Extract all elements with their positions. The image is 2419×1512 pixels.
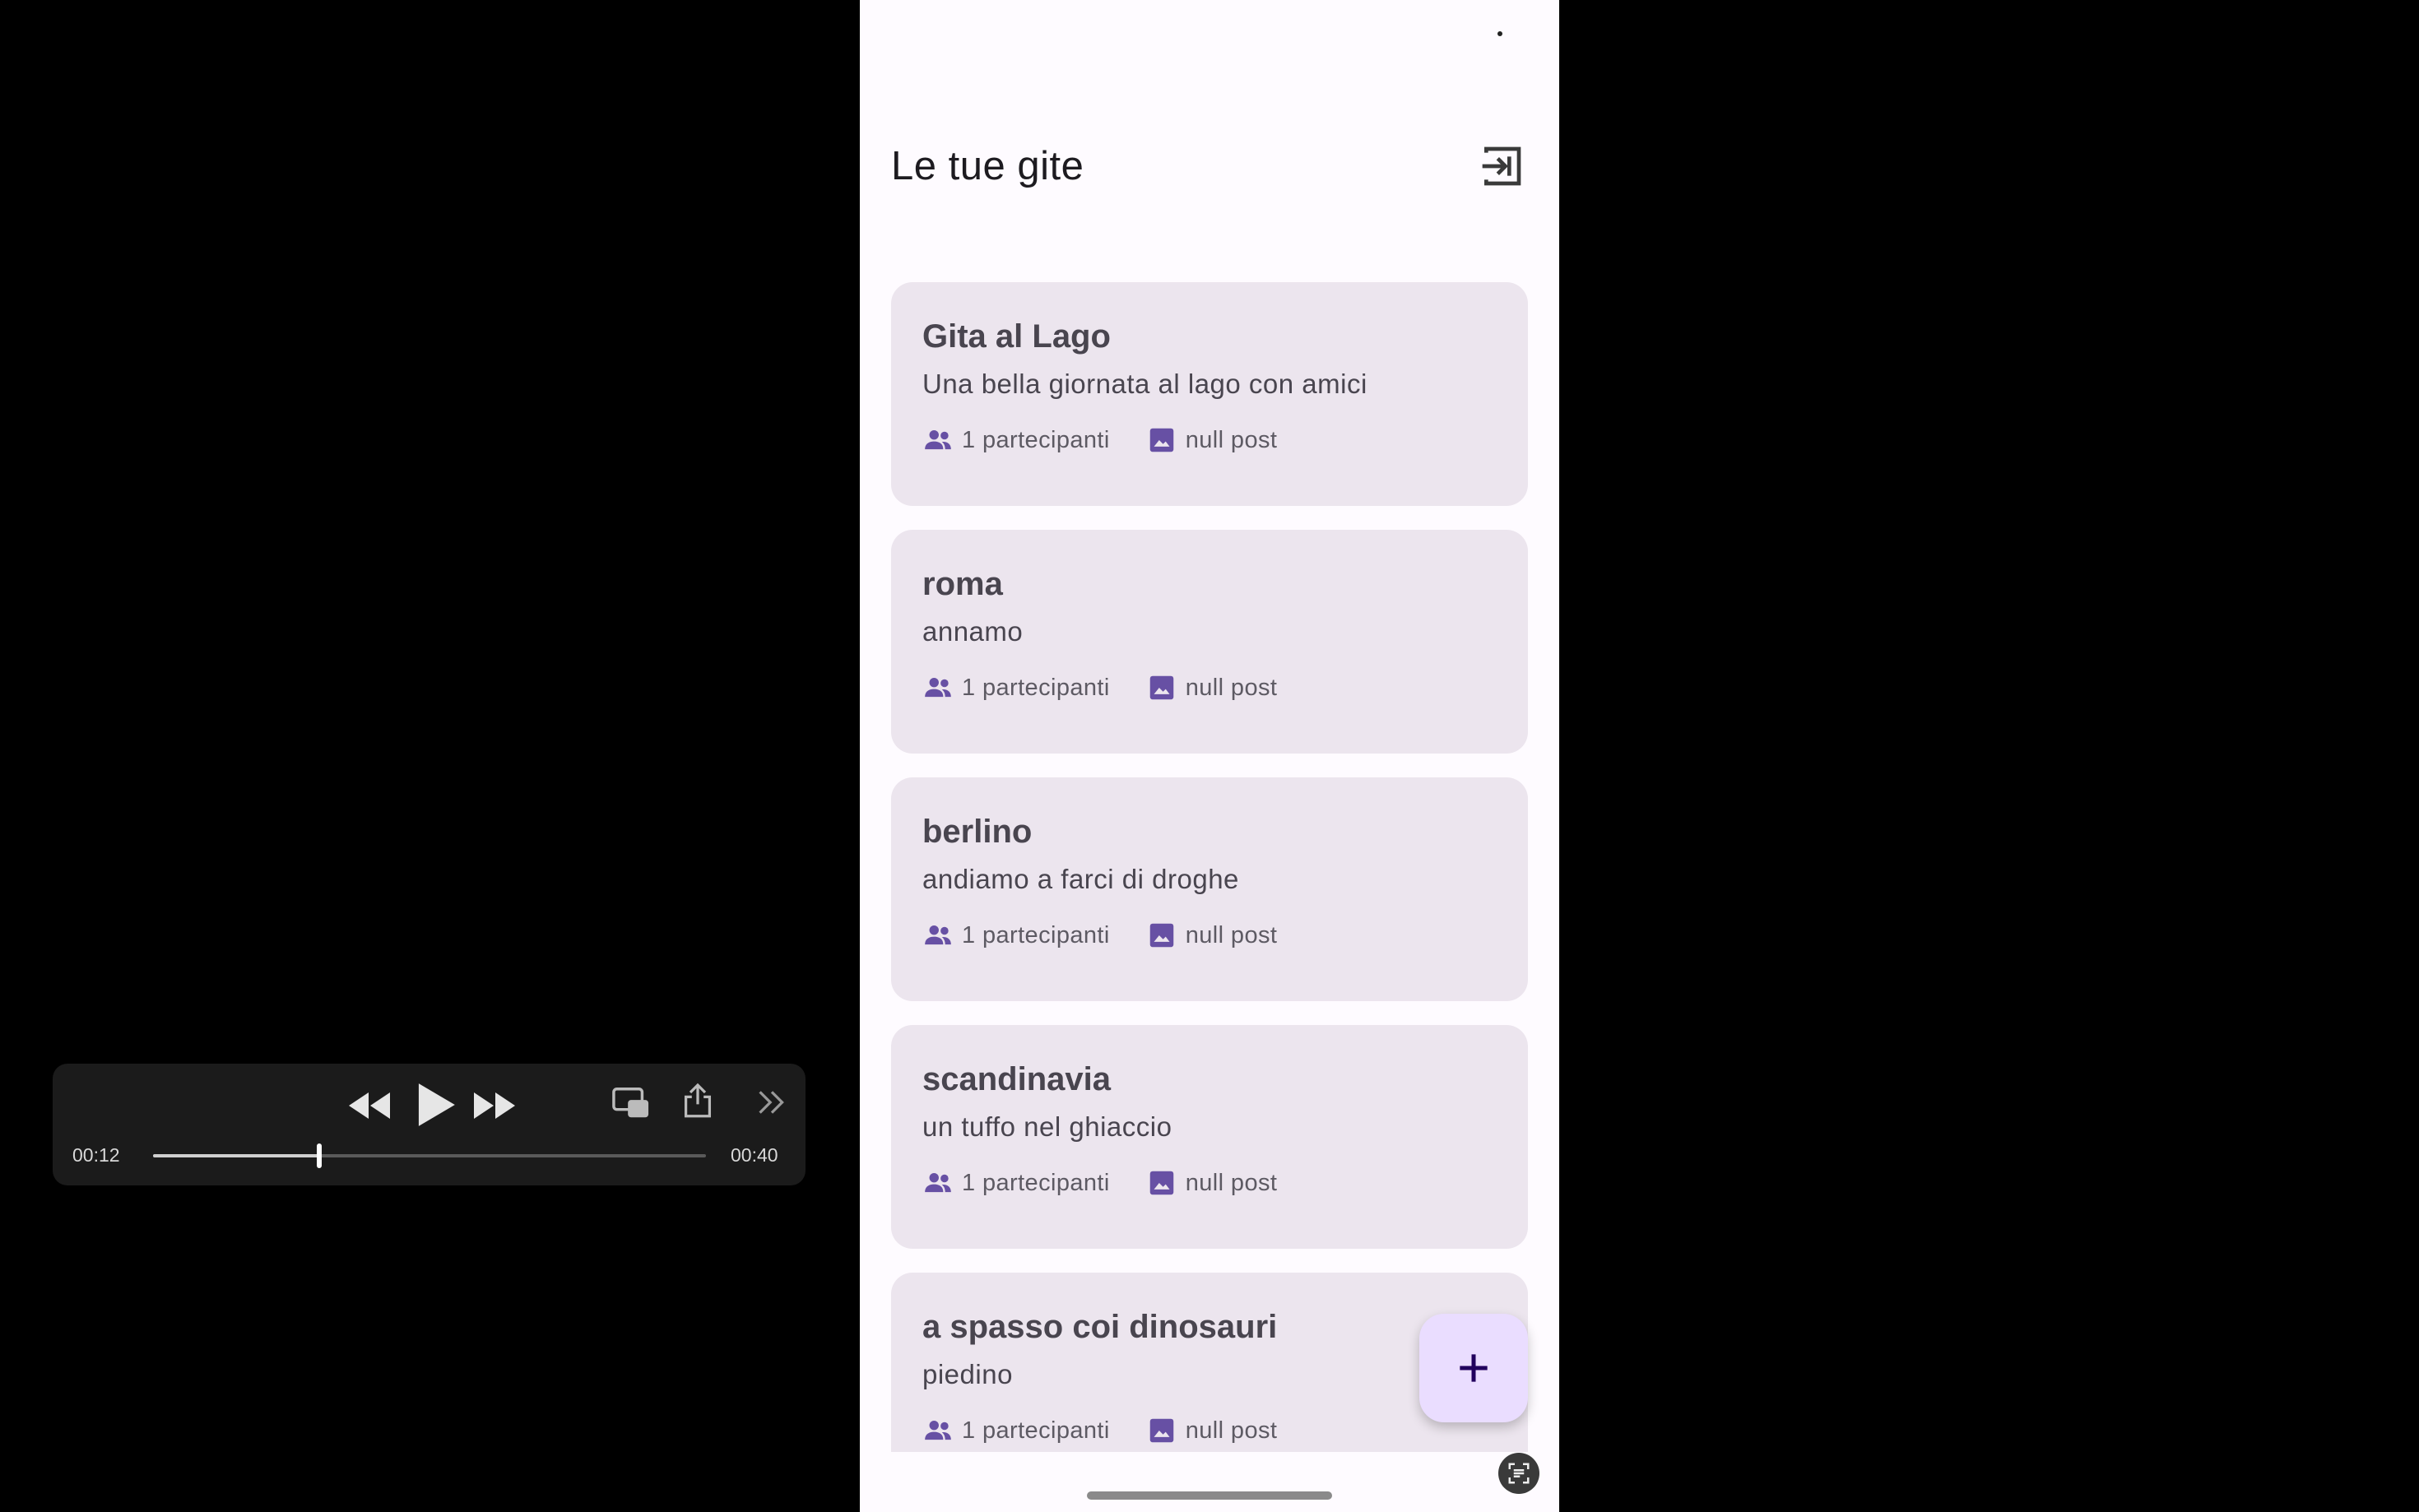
page-title: Le tue gite — [891, 144, 1084, 188]
participants-count: 1 partecipanti — [922, 1167, 1110, 1199]
picture-in-picture-button[interactable] — [612, 1087, 650, 1120]
app-bar: Le tue gite — [860, 132, 1559, 197]
trip-card[interactable]: berlino andiamo a farci di droghe 1 partec… — [891, 777, 1528, 1001]
participants-count: 1 partecipanti — [922, 424, 1110, 456]
trip-card[interactable]: Gita al Lago Una bella giornata al lago c… — [891, 282, 1528, 506]
trip-title: scandinavia — [922, 1061, 1112, 1097]
posts-image-icon — [1149, 675, 1173, 700]
play-button[interactable] — [408, 1078, 459, 1131]
fast-forward-icon — [474, 1092, 515, 1119]
participants-label: 1 partecipanti — [962, 1417, 1110, 1444]
trip-description: Una bella giornata al lago con amici — [922, 369, 1367, 399]
participants-label: 1 partecipanti — [962, 921, 1110, 948]
participants-count: 1 partecipanti — [922, 672, 1110, 703]
posts-label: null post — [1185, 1169, 1278, 1196]
posts-count: null post — [1146, 1415, 1278, 1446]
trip-meta: 1 partecipanti null post — [922, 1414, 1497, 1447]
posts-count: null post — [1146, 1167, 1278, 1199]
participants-icon — [925, 677, 951, 698]
seek-thumb[interactable] — [316, 1143, 322, 1168]
trip-title: roma — [922, 566, 1003, 602]
participants-icon — [925, 925, 951, 945]
posts-label: null post — [1185, 1417, 1278, 1444]
participants-count: 1 partecipanti — [922, 1415, 1110, 1446]
share-button[interactable] — [683, 1082, 713, 1118]
posts-count: null post — [1146, 920, 1278, 951]
fast-forward-button[interactable] — [472, 1088, 518, 1123]
text-scan-icon — [1508, 1463, 1530, 1484]
total-duration: 00:40 — [731, 1144, 778, 1166]
trip-list: Gita al Lago Una bella giornata al lago c… — [891, 282, 1528, 1452]
trip-description: andiamo a farci di droghe — [922, 864, 1239, 894]
play-icon — [418, 1083, 455, 1126]
posts-count: null post — [1146, 672, 1278, 703]
status-bar-dot — [1497, 31, 1502, 36]
trip-meta: 1 partecipanti null post — [922, 919, 1497, 952]
posts-label: null post — [1185, 426, 1278, 453]
add-trip-button[interactable] — [1419, 1314, 1528, 1422]
posts-image-icon — [1149, 428, 1173, 452]
participants-icon — [925, 1172, 951, 1193]
trip-meta: 1 partecipanti null post — [922, 1166, 1497, 1199]
phone-screen: Le tue gite Gita al Lago Una bella giorna… — [860, 0, 1559, 1512]
posts-image-icon — [1149, 923, 1173, 948]
trip-card[interactable]: scandinavia un tuffo nel ghiaccio 1 partec… — [891, 1025, 1528, 1249]
participants-icon — [925, 1420, 951, 1440]
participants-label: 1 partecipanti — [962, 674, 1110, 701]
participants-count: 1 partecipanti — [922, 920, 1110, 951]
media-player-controls: 00:12 00:40 — [53, 1064, 806, 1185]
posts-count: null post — [1146, 424, 1278, 456]
logout-button[interactable] — [1479, 143, 1525, 189]
posts-image-icon — [1149, 1418, 1173, 1443]
participants-label: 1 partecipanti — [962, 1169, 1110, 1196]
rewind-button[interactable] — [346, 1088, 392, 1123]
posts-label: null post — [1185, 674, 1278, 701]
rewind-icon — [349, 1092, 390, 1119]
screen-scan-button[interactable] — [1498, 1453, 1539, 1494]
trip-card[interactable]: roma annamo 1 partecipanti null post — [891, 530, 1528, 754]
more-chevron-icon — [759, 1091, 784, 1114]
seek-bar[interactable] — [153, 1143, 706, 1168]
trip-description: un tuffo nel ghiaccio — [922, 1111, 1172, 1142]
logout-icon — [1482, 146, 1521, 186]
trip-title: berlino — [922, 814, 1033, 850]
elapsed-time: 00:12 — [72, 1144, 120, 1166]
trip-meta: 1 partecipanti null post — [922, 424, 1497, 457]
trip-meta: 1 partecipanti null post — [922, 671, 1497, 704]
share-icon — [684, 1083, 712, 1118]
participants-icon — [925, 429, 951, 450]
trip-description: piedino — [922, 1359, 1013, 1389]
participants-label: 1 partecipanti — [962, 426, 1110, 453]
plus-icon — [1460, 1354, 1488, 1382]
trip-description: annamo — [922, 616, 1024, 647]
picture-in-picture-icon — [612, 1088, 649, 1118]
home-gesture-bar[interactable] — [1087, 1491, 1332, 1500]
posts-label: null post — [1185, 921, 1278, 948]
posts-image-icon — [1149, 1171, 1173, 1195]
trip-title: Gita al Lago — [922, 318, 1111, 355]
more-controls-button[interactable] — [757, 1088, 787, 1116]
trip-title: a spasso coi dinosauri — [922, 1309, 1278, 1345]
seek-bar-progress — [153, 1154, 319, 1157]
